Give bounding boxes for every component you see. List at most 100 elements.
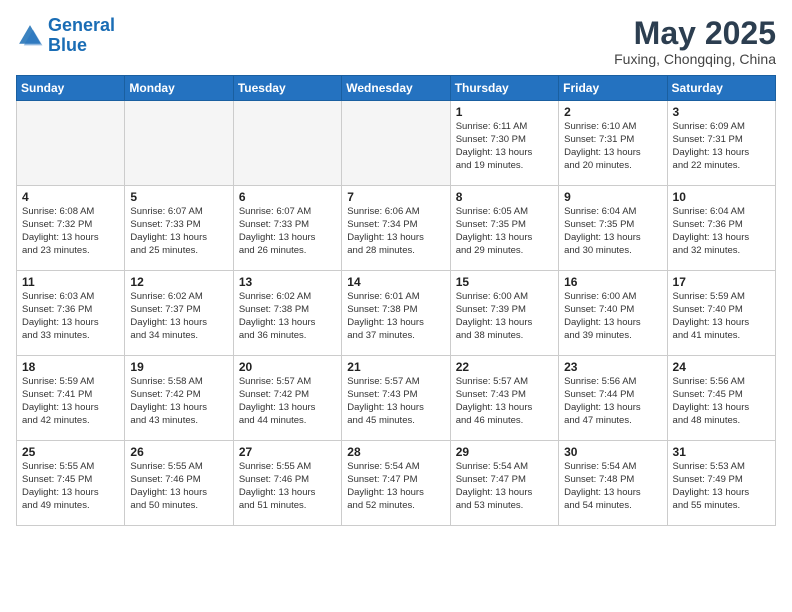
day-number: 16 [564,275,661,289]
weekday-header-wednesday: Wednesday [342,76,450,101]
weekday-header-tuesday: Tuesday [233,76,341,101]
day-number: 20 [239,360,336,374]
day-number: 10 [673,190,770,204]
day-info: Sunrise: 6:04 AM Sunset: 7:35 PM Dayligh… [564,206,661,257]
day-number: 26 [130,445,227,459]
day-info: Sunrise: 5:54 AM Sunset: 7:48 PM Dayligh… [564,461,661,512]
day-info: Sunrise: 6:00 AM Sunset: 7:40 PM Dayligh… [564,291,661,342]
calendar-week-1: 1 Sunrise: 6:11 AM Sunset: 7:30 PM Daylig… [17,101,776,186]
calendar-cell: 17 Sunrise: 5:59 AM Sunset: 7:40 PM Dayli… [667,271,775,356]
calendar-cell: 7 Sunrise: 6:06 AM Sunset: 7:34 PM Daylig… [342,186,450,271]
day-number: 21 [347,360,444,374]
day-info: Sunrise: 5:57 AM Sunset: 7:42 PM Dayligh… [239,376,336,427]
day-info: Sunrise: 6:11 AM Sunset: 7:30 PM Dayligh… [456,121,553,172]
day-number: 3 [673,105,770,119]
day-number: 12 [130,275,227,289]
day-info: Sunrise: 6:07 AM Sunset: 7:33 PM Dayligh… [239,206,336,257]
day-info: Sunrise: 5:55 AM Sunset: 7:46 PM Dayligh… [130,461,227,512]
weekday-header-thursday: Thursday [450,76,558,101]
day-number: 17 [673,275,770,289]
calendar-subtitle: Fuxing, Chongqing, China [614,51,776,67]
calendar-cell: 10 Sunrise: 6:04 AM Sunset: 7:36 PM Dayli… [667,186,775,271]
calendar-cell: 22 Sunrise: 5:57 AM Sunset: 7:43 PM Dayli… [450,356,558,441]
day-number: 31 [673,445,770,459]
day-number: 2 [564,105,661,119]
day-info: Sunrise: 5:57 AM Sunset: 7:43 PM Dayligh… [456,376,553,427]
day-info: Sunrise: 6:07 AM Sunset: 7:33 PM Dayligh… [130,206,227,257]
day-info: Sunrise: 6:02 AM Sunset: 7:38 PM Dayligh… [239,291,336,342]
calendar-cell: 31Sunrise: 5:53 AM Sunset: 7:49 PM Dayli… [667,441,775,526]
day-number: 22 [456,360,553,374]
calendar-cell: 13 Sunrise: 6:02 AM Sunset: 7:38 PM Dayli… [233,271,341,356]
calendar-cell: 23Sunrise: 5:56 AM Sunset: 7:44 PM Dayli… [559,356,667,441]
day-info: Sunrise: 5:58 AM Sunset: 7:42 PM Dayligh… [130,376,227,427]
day-info: Sunrise: 5:55 AM Sunset: 7:45 PM Dayligh… [22,461,119,512]
day-info: Sunrise: 5:59 AM Sunset: 7:41 PM Dayligh… [22,376,119,427]
day-number: 28 [347,445,444,459]
calendar-cell: 21 Sunrise: 5:57 AM Sunset: 7:43 PM Dayli… [342,356,450,441]
weekday-header-monday: Monday [125,76,233,101]
day-info: Sunrise: 6:10 AM Sunset: 7:31 PM Dayligh… [564,121,661,172]
calendar-cell: 28Sunrise: 5:54 AM Sunset: 7:47 PM Dayli… [342,441,450,526]
day-number: 1 [456,105,553,119]
day-number: 25 [22,445,119,459]
calendar-cell: 30 Sunrise: 5:54 AM Sunset: 7:48 PM Dayli… [559,441,667,526]
calendar-cell: 19 Sunrise: 5:58 AM Sunset: 7:42 PM Dayli… [125,356,233,441]
calendar-cell: 27 Sunrise: 5:55 AM Sunset: 7:46 PM Dayli… [233,441,341,526]
calendar-cell: 3 Sunrise: 6:09 AM Sunset: 7:31 PM Daylig… [667,101,775,186]
calendar-cell: 18Sunrise: 5:59 AM Sunset: 7:41 PM Dayli… [17,356,125,441]
weekday-header-saturday: Saturday [667,76,775,101]
day-info: Sunrise: 5:55 AM Sunset: 7:46 PM Dayligh… [239,461,336,512]
calendar-cell: 12Sunrise: 6:02 AM Sunset: 7:37 PM Dayli… [125,271,233,356]
day-number: 6 [239,190,336,204]
day-number: 13 [239,275,336,289]
day-number: 27 [239,445,336,459]
calendar-cell: 24 Sunrise: 5:56 AM Sunset: 7:45 PM Dayli… [667,356,775,441]
day-number: 9 [564,190,661,204]
logo-text: General Blue [48,16,115,56]
calendar-cell: 1 Sunrise: 6:11 AM Sunset: 7:30 PM Daylig… [450,101,558,186]
page-header: General Blue May 2025 Fuxing, Chongqing,… [16,16,776,67]
day-number: 19 [130,360,227,374]
day-info: Sunrise: 6:09 AM Sunset: 7:31 PM Dayligh… [673,121,770,172]
calendar-cell: 6 Sunrise: 6:07 AM Sunset: 7:33 PM Daylig… [233,186,341,271]
calendar-cell: 8Sunrise: 6:05 AM Sunset: 7:35 PM Daylig… [450,186,558,271]
weekday-header-row: SundayMondayTuesdayWednesdayThursdayFrid… [17,76,776,101]
day-info: Sunrise: 6:05 AM Sunset: 7:35 PM Dayligh… [456,206,553,257]
calendar-cell [125,101,233,186]
logo-icon [16,22,44,50]
day-info: Sunrise: 6:08 AM Sunset: 7:32 PM Dayligh… [22,206,119,257]
day-info: Sunrise: 5:59 AM Sunset: 7:40 PM Dayligh… [673,291,770,342]
calendar-cell: 15 Sunrise: 6:00 AM Sunset: 7:39 PM Dayli… [450,271,558,356]
calendar-cell: 11Sunrise: 6:03 AM Sunset: 7:36 PM Dayli… [17,271,125,356]
day-info: Sunrise: 5:54 AM Sunset: 7:47 PM Dayligh… [456,461,553,512]
calendar-cell: 16 Sunrise: 6:00 AM Sunset: 7:40 PM Dayli… [559,271,667,356]
day-number: 15 [456,275,553,289]
calendar-cell: 14Sunrise: 6:01 AM Sunset: 7:38 PM Dayli… [342,271,450,356]
day-info: Sunrise: 6:04 AM Sunset: 7:36 PM Dayligh… [673,206,770,257]
calendar-cell: 5 Sunrise: 6:07 AM Sunset: 7:33 PM Daylig… [125,186,233,271]
calendar-cell: 2 Sunrise: 6:10 AM Sunset: 7:31 PM Daylig… [559,101,667,186]
day-number: 30 [564,445,661,459]
day-number: 5 [130,190,227,204]
calendar-title: May 2025 [614,16,776,51]
title-block: May 2025 Fuxing, Chongqing, China [614,16,776,67]
day-info: Sunrise: 5:57 AM Sunset: 7:43 PM Dayligh… [347,376,444,427]
day-info: Sunrise: 6:06 AM Sunset: 7:34 PM Dayligh… [347,206,444,257]
calendar-week-2: 4Sunrise: 6:08 AM Sunset: 7:32 PM Daylig… [17,186,776,271]
calendar-week-4: 18Sunrise: 5:59 AM Sunset: 7:41 PM Dayli… [17,356,776,441]
calendar-cell [342,101,450,186]
day-info: Sunrise: 5:56 AM Sunset: 7:44 PM Dayligh… [564,376,661,427]
day-info: Sunrise: 6:00 AM Sunset: 7:39 PM Dayligh… [456,291,553,342]
day-info: Sunrise: 6:01 AM Sunset: 7:38 PM Dayligh… [347,291,444,342]
calendar-cell: 9 Sunrise: 6:04 AM Sunset: 7:35 PM Daylig… [559,186,667,271]
weekday-header-sunday: Sunday [17,76,125,101]
calendar-cell: 4Sunrise: 6:08 AM Sunset: 7:32 PM Daylig… [17,186,125,271]
day-number: 11 [22,275,119,289]
calendar-table: SundayMondayTuesdayWednesdayThursdayFrid… [16,75,776,526]
day-number: 24 [673,360,770,374]
calendar-cell: 25 Sunrise: 5:55 AM Sunset: 7:45 PM Dayli… [17,441,125,526]
day-info: Sunrise: 5:56 AM Sunset: 7:45 PM Dayligh… [673,376,770,427]
logo-line2: Blue [48,35,87,55]
day-number: 7 [347,190,444,204]
